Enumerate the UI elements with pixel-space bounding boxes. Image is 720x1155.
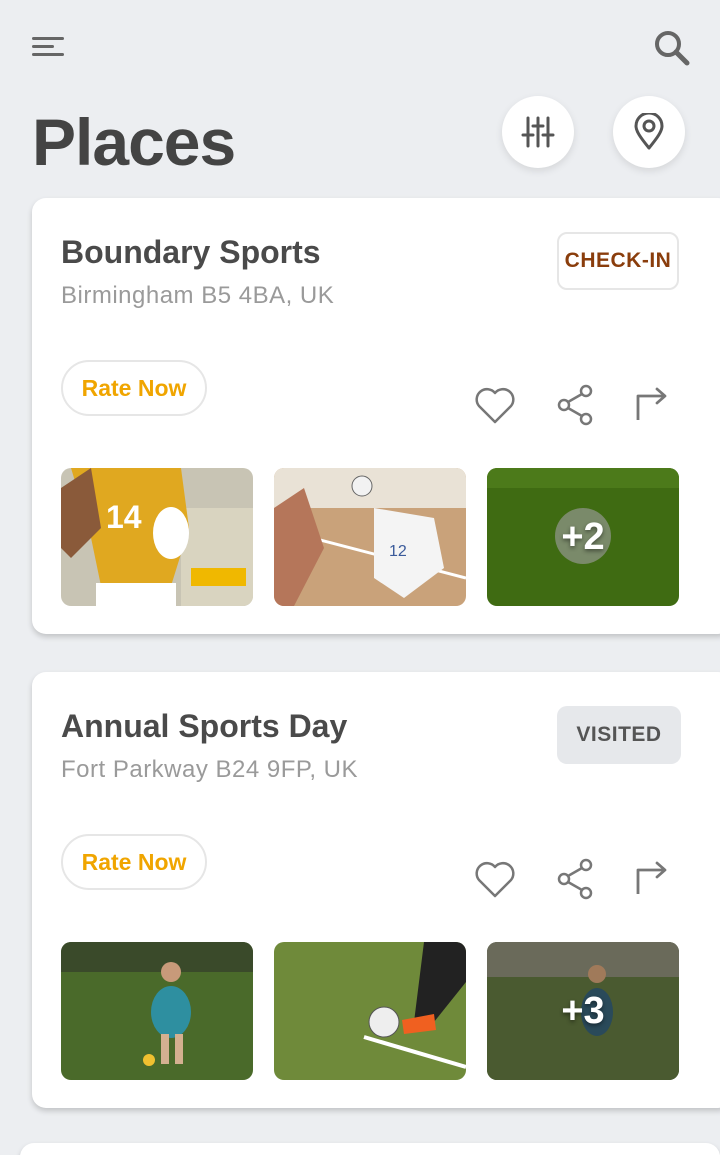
place-name: Annual Sports Day — [61, 708, 348, 744]
heart-icon[interactable] — [472, 856, 518, 902]
svg-text:14: 14 — [106, 499, 142, 535]
more-photos-count: +2 — [561, 515, 605, 558]
place-card[interactable]: Annual Sports Day Fort Parkway B24 9FP, … — [32, 672, 720, 1108]
forward-icon[interactable] — [630, 382, 676, 428]
svg-text:12: 12 — [389, 543, 407, 560]
place-card[interactable] — [20, 1143, 720, 1155]
more-photos-count: +3 — [561, 989, 605, 1032]
grass-field-photo[interactable]: +2 — [487, 468, 679, 606]
soccer-player-photo[interactable]: +3 — [487, 942, 679, 1080]
place-address: Birmingham B5 4BA, UK — [61, 282, 335, 309]
map-pin-icon — [634, 113, 664, 150]
share-icon[interactable] — [553, 856, 599, 902]
menu-icon[interactable] — [30, 34, 70, 60]
location-button[interactable] — [613, 96, 685, 168]
place-address: Fort Parkway B24 9FP, UK — [61, 756, 358, 783]
heart-icon[interactable] — [472, 382, 518, 428]
place-name: Boundary Sports — [61, 234, 321, 270]
rate-now-button[interactable]: Rate Now — [61, 834, 207, 890]
visited-badge: VISITED — [557, 706, 681, 764]
check-in-button[interactable]: CHECK-IN — [557, 232, 679, 290]
filter-button[interactable] — [502, 96, 574, 168]
top-bar — [0, 0, 720, 90]
forward-icon[interactable] — [630, 856, 676, 902]
volleyball-player-back-photo[interactable]: 14 — [61, 468, 253, 606]
soccer-kick-photo[interactable] — [274, 942, 466, 1080]
page-title: Places — [32, 105, 236, 179]
rate-now-button[interactable]: Rate Now — [61, 360, 207, 416]
search-icon[interactable] — [652, 28, 692, 68]
boy-soccer-photo[interactable] — [61, 942, 253, 1080]
share-icon[interactable] — [553, 382, 599, 428]
volleyball-spike-photo[interactable]: 12 — [274, 468, 466, 606]
place-card[interactable]: Boundary Sports Birmingham B5 4BA, UK CH… — [32, 198, 720, 634]
sliders-icon — [521, 116, 555, 148]
